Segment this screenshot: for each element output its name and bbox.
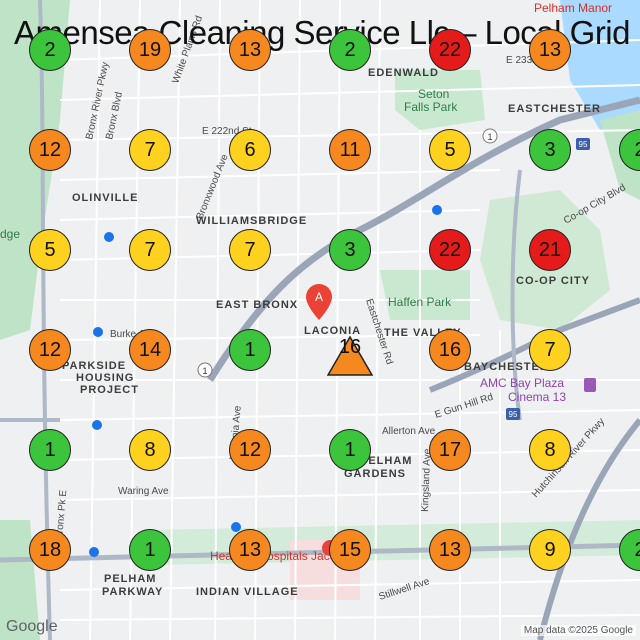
grid-marker[interactable]: 22 (429, 229, 471, 271)
cinema-icon (584, 378, 596, 392)
map-label: OLINVILLE (72, 192, 138, 204)
grid-marker[interactable]: 12 (229, 429, 271, 471)
map-label: WILLIAMSBRIDGE (196, 215, 307, 227)
map-pin-icon[interactable]: A (306, 284, 332, 320)
grid-marker[interactable]: 22 (429, 29, 471, 71)
grid-marker[interactable]: 8 (129, 429, 171, 471)
grid-marker-rank: 16 (338, 336, 362, 358)
map-label: EASTCHESTER (508, 103, 601, 115)
park-label: Haffen Park (388, 295, 452, 309)
grid-marker[interactable]: 14 (129, 329, 171, 371)
svg-text:1: 1 (487, 132, 492, 142)
grid-marker[interactable]: 7 (129, 129, 171, 171)
grid-marker[interactable]: 12 (29, 129, 71, 171)
grid-marker[interactable]: 21 (529, 229, 571, 271)
map-label: PROJECT (80, 384, 139, 396)
grid-marker[interactable]: 1 (29, 429, 71, 471)
grid-marker[interactable]: 19 (129, 29, 171, 71)
map-label: dge (0, 227, 20, 241)
grid-marker[interactable]: 7 (529, 329, 571, 371)
grid-marker[interactable]: 13 (229, 29, 271, 71)
map-attribution: Map data ©2025 Google (520, 625, 636, 636)
poi-label: AMC Bay Plaza (480, 376, 564, 390)
map-label: EAST BRONX (216, 299, 298, 311)
park-label: Seton (418, 87, 449, 101)
street-label: Waring Ave (118, 486, 169, 497)
svg-text:A: A (315, 290, 323, 304)
grid-marker[interactable]: 8 (529, 429, 571, 471)
map-label: INDIAN VILLAGE (196, 586, 299, 598)
grid-marker[interactable]: 9 (529, 529, 571, 571)
grid-marker[interactable]: 13 (229, 529, 271, 571)
grid-marker[interactable]: 11 (329, 129, 371, 171)
grid-marker[interactable]: 12 (29, 329, 71, 371)
svg-text:1: 1 (202, 366, 207, 376)
google-logo: Google (6, 618, 58, 635)
grid-marker[interactable]: 5 (29, 229, 71, 271)
park-label: Falls Park (404, 100, 458, 114)
map-label: CO-OP CITY (516, 275, 590, 287)
grid-marker[interactable]: 3 (329, 229, 371, 271)
grid-marker[interactable]: 1 (129, 529, 171, 571)
map-label: HOUSING (76, 372, 134, 384)
grid-marker[interactable]: 13 (529, 29, 571, 71)
poi-label: Pelham Manor (534, 1, 612, 15)
grid-marker[interactable]: 15 (329, 529, 371, 571)
grid-marker[interactable]: 13 (429, 529, 471, 571)
map-label: EDENWALD (368, 67, 439, 79)
grid-marker[interactable]: 16 (429, 329, 471, 371)
grid-marker[interactable]: 3 (529, 129, 571, 171)
map-label: PARKSIDE (62, 360, 126, 372)
grid-marker[interactable]: 18 (29, 529, 71, 571)
map-label: PARKWAY (102, 586, 163, 598)
grid-marker[interactable]: 5 (429, 129, 471, 171)
grid-marker-center[interactable]: 16 (326, 335, 374, 376)
grid-marker[interactable]: 17 (429, 429, 471, 471)
grid-marker[interactable]: 2 (329, 29, 371, 71)
svg-text:95: 95 (579, 140, 588, 149)
svg-text:95: 95 (509, 410, 518, 419)
grid-marker[interactable]: 1 (329, 429, 371, 471)
grid-marker[interactable]: 2 (29, 29, 71, 71)
grid-marker[interactable]: 7 (129, 229, 171, 271)
map-label: PELHAM (104, 573, 156, 585)
street-label: Allerton Ave (382, 426, 436, 437)
grid-marker[interactable]: 6 (229, 129, 271, 171)
poi-label: Cinema 13 (508, 390, 566, 404)
grid-marker[interactable]: 1 (229, 329, 271, 371)
grid-marker[interactable]: 7 (229, 229, 271, 271)
